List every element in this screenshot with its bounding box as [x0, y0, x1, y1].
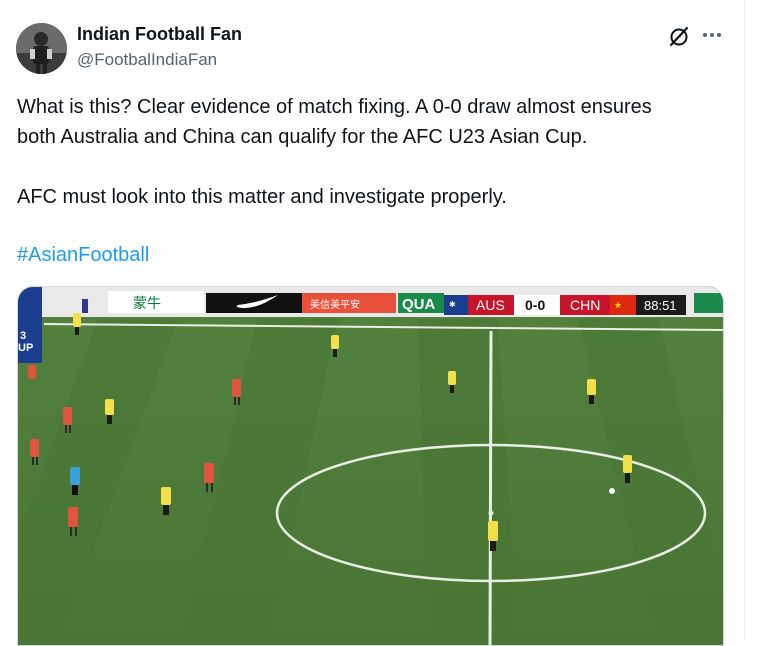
score-value: 0-0 [525, 297, 545, 313]
score-home-team: AUS [476, 297, 505, 313]
center-spot [488, 510, 494, 516]
svg-text:✱: ✱ [449, 300, 456, 309]
timeline-divider [744, 0, 745, 641]
match-video-frame: 蒙牛 美信美平安 QUA ✱ AUS 0-0 CHN ★ 88:51 3 UP [18, 287, 723, 645]
score-away-team: CHN [570, 297, 600, 313]
avatar-photo-icon [16, 23, 67, 74]
author-handle[interactable]: @FootbalIndiaFan [77, 50, 217, 70]
svg-text:UP: UP [18, 342, 33, 354]
author-display-name[interactable]: Indian Football Fan [77, 24, 242, 45]
hashtag-link[interactable]: #AsianFootball [17, 240, 149, 270]
tweet-media-image[interactable]: 蒙牛 美信美平安 QUA ✱ AUS 0-0 CHN ★ 88:51 3 UP [17, 286, 724, 646]
grok-icon[interactable] [667, 24, 691, 48]
referee-shorts [72, 485, 78, 495]
assistant-referee [82, 299, 88, 313]
author-avatar[interactable] [16, 23, 67, 74]
ad-board-right [694, 293, 723, 313]
tweet-text: What is this? Clear evidence of match fi… [17, 96, 652, 208]
svg-text:3: 3 [20, 330, 26, 342]
australia-flag-icon [444, 295, 468, 315]
ball [609, 488, 615, 494]
match-clock: 88:51 [644, 298, 677, 313]
more-options-icon[interactable] [699, 22, 725, 48]
ad-board-qua-text: QUA [402, 296, 436, 313]
ad-board-mengniu-text: 蒙牛 [133, 296, 161, 312]
svg-text:★: ★ [614, 301, 622, 311]
halfway-line [488, 330, 493, 645]
referee [70, 467, 80, 485]
ad-board-pingan-text: 美信美平安 [310, 298, 360, 311]
